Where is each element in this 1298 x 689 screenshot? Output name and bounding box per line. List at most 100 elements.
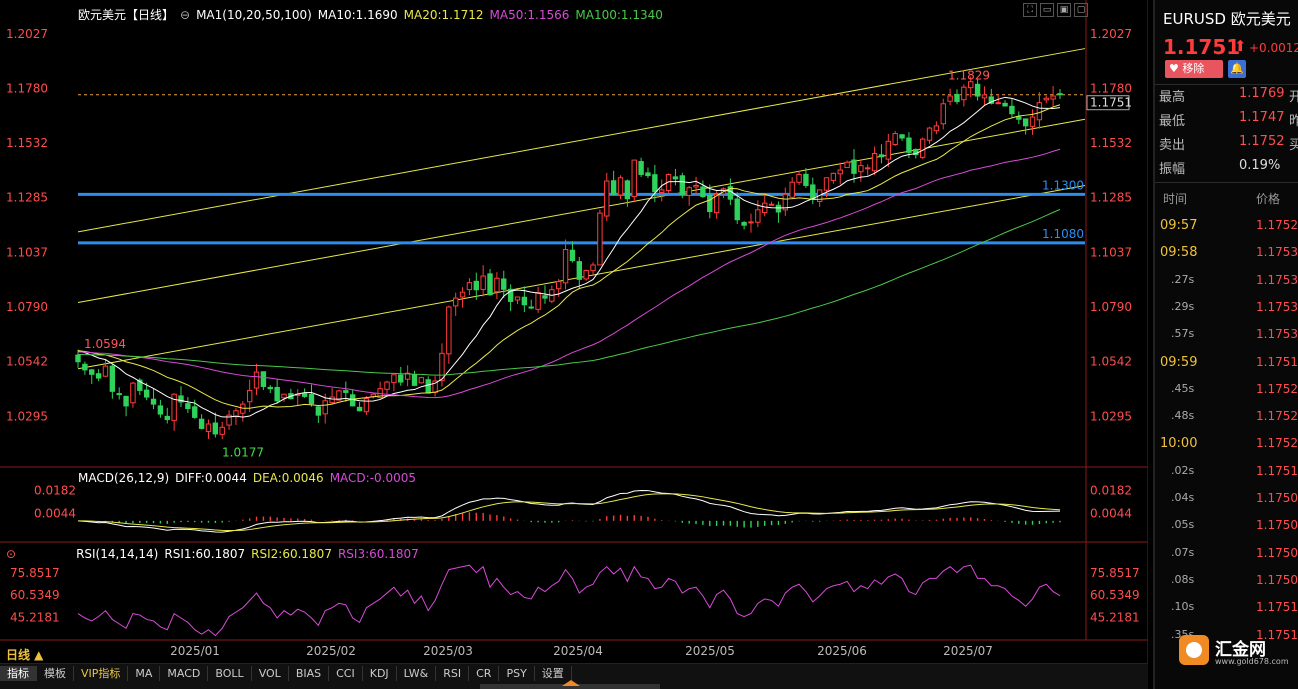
macd-tick-left: 0.0182	[34, 484, 76, 498]
tab-1[interactable]: 模板	[37, 666, 74, 681]
tick-time: .48s	[1171, 409, 1195, 423]
candle-body	[796, 173, 802, 183]
ma-line-ma100	[77, 208, 1061, 376]
tick-price: 1.1751	[1256, 463, 1298, 478]
tab-5[interactable]: BOLL	[208, 666, 252, 681]
candle-body	[899, 134, 905, 139]
tab-9[interactable]: KDJ	[363, 666, 397, 681]
candle-body	[590, 264, 596, 272]
stat-label: 振幅	[1159, 162, 1186, 177]
tick-time: 09:57	[1160, 218, 1198, 233]
candle-body	[411, 374, 418, 386]
tick-time: .57s	[1171, 327, 1195, 341]
candle-body	[926, 127, 933, 141]
candle-body	[851, 159, 857, 174]
tick-time: .04s	[1171, 491, 1195, 504]
tab-12[interactable]: CR	[469, 666, 500, 681]
price-tick-left: 1.0790	[6, 300, 48, 314]
chart-canvas[interactable]: 1.2027 1.2027 1.1780 1.1780 1.1532 1.1532 1.12…	[0, 0, 1148, 663]
ma-label: MA1(10,20,50,100)	[196, 8, 312, 22]
candle-body	[569, 249, 576, 262]
quote-panel: EURUSD 欧元美元 1.1751 ⬆ +0.0012 ♥ 移除 🔔 最高 1.…	[1153, 0, 1298, 689]
tab-2[interactable]: VIP指标	[74, 666, 129, 681]
restore-icon[interactable]: ▣	[1057, 3, 1071, 17]
candle-body	[940, 103, 946, 125]
macd-dea: DEA:0.0046	[252, 471, 324, 485]
candle-body	[631, 159, 637, 197]
candle-body	[789, 181, 795, 198]
date-tick: 2025/04	[553, 644, 603, 658]
rsi-label: RSI(14,14,14)	[76, 547, 159, 561]
ma20-value: MA20:1.1712	[403, 8, 484, 22]
tick-price: 1.1752	[1256, 381, 1298, 396]
tick-row: .45s 1.1752	[1155, 382, 1298, 409]
candle-body	[185, 403, 191, 410]
candle-body	[82, 363, 88, 371]
candle-body	[981, 94, 988, 99]
remove-watchlist-button[interactable]: ♥ 移除	[1165, 60, 1223, 78]
indicator-tab-bar: 指标 模板 VIP指标 MA MACD BOLL VOL BIAS CCI KDJ LW& RSI CR…	[0, 663, 1148, 689]
candle-body	[768, 203, 775, 206]
bell-icon[interactable]: 🔔	[1228, 60, 1246, 78]
price-tick-right: 1.1285	[1090, 191, 1132, 205]
tab-3[interactable]: MA	[128, 666, 161, 681]
ma-line-ma50	[77, 148, 1061, 399]
rsi-tick-right: 75.8517	[1090, 566, 1140, 580]
date-tick: 2025/06	[817, 644, 867, 658]
tab-7[interactable]: BIAS	[289, 666, 330, 681]
candle-body	[597, 212, 603, 266]
stat-row: 最低 1.1747 昨	[1159, 110, 1298, 130]
tab-4[interactable]: MACD	[160, 666, 209, 681]
tab-0[interactable]: 指标	[0, 666, 37, 681]
candle-body	[830, 172, 837, 181]
fullscreen-icon[interactable]: ⛶	[1023, 3, 1037, 17]
candle-body	[418, 377, 425, 384]
candle-body	[858, 165, 864, 173]
trendline-upper	[77, 48, 1086, 233]
candle-body	[542, 295, 548, 299]
col-price-header: 价格	[1256, 192, 1281, 206]
tab-8[interactable]: CCI	[329, 666, 363, 681]
tick-row: .02s 1.1751	[1155, 464, 1298, 491]
macd-header: MACD(26,12,9) DIFF:0.0044 DEA:0.0046 MACD:-…	[78, 471, 422, 485]
candle-body	[301, 393, 308, 397]
macd-label: MACD(26,12,9)	[78, 471, 170, 485]
level-label: 1.1300	[1042, 178, 1084, 192]
rsi-line	[77, 564, 1061, 637]
candle-body	[246, 389, 253, 403]
candle-body	[480, 275, 486, 290]
close-icon[interactable]: ▢	[1074, 3, 1088, 17]
rsi-settings-icon[interactable]: ⊙	[6, 547, 16, 561]
candle-body	[1009, 105, 1015, 115]
tab-14[interactable]: 设置	[535, 666, 572, 681]
tick-row: .08s 1.1750	[1155, 573, 1298, 600]
period-selector[interactable]: 日线 ▲	[6, 646, 43, 663]
up-arrow-icon: ⬆	[1234, 37, 1247, 55]
candle-body	[343, 390, 349, 393]
candle-body	[1057, 93, 1063, 96]
candle-body	[398, 374, 404, 383]
tab-11[interactable]: RSI	[436, 666, 470, 681]
candle-body	[871, 152, 878, 172]
settings-icon[interactable]: ⊖	[180, 8, 190, 22]
tab-13[interactable]: PSY	[499, 666, 535, 681]
price-tick-left: 1.1285	[6, 191, 48, 205]
candle-body	[501, 278, 507, 290]
macd-tick-right: 0.0044	[1090, 507, 1132, 521]
price-tick-right: 1.1037	[1090, 245, 1132, 259]
candle-body	[1016, 116, 1022, 120]
tick-price: 1.1752	[1256, 218, 1298, 232]
minimize-icon[interactable]: ▭	[1040, 3, 1054, 17]
scroll-handle-icon[interactable]	[562, 680, 580, 686]
tab-10[interactable]: LW&	[397, 666, 437, 681]
candle-body	[205, 423, 212, 432]
candle-body	[109, 365, 116, 392]
price-tick-left: 1.0295	[6, 409, 48, 423]
kline-chart[interactable]: 1.2027 1.2027 1.1780 1.1780 1.1532 1.1532 1.12…	[0, 0, 1148, 663]
tab-6[interactable]: VOL	[252, 666, 289, 681]
price-tick-right: 1.0542	[1090, 355, 1132, 369]
stat-row: 最高 1.1769 开	[1159, 86, 1298, 106]
divider	[1155, 84, 1298, 85]
candle-body	[349, 394, 356, 407]
candle-body	[734, 198, 740, 221]
